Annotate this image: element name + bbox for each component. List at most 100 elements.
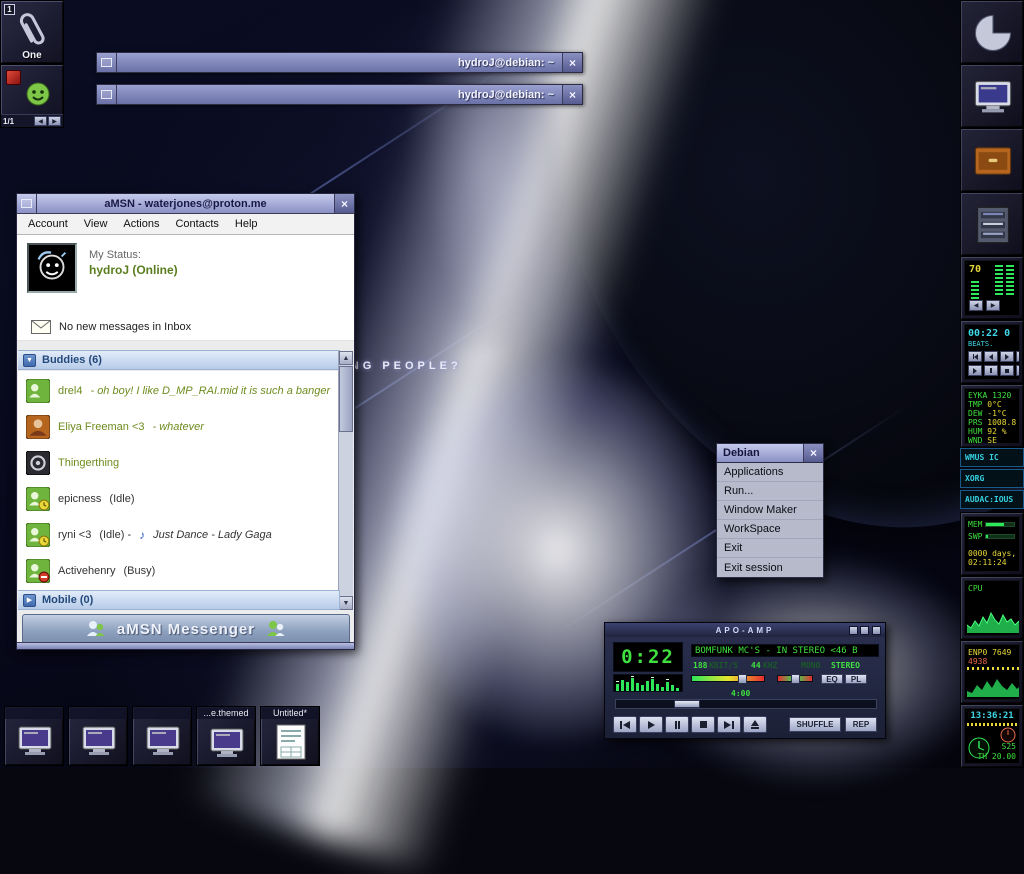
volume-bar[interactable] — [971, 279, 979, 299]
pager-prev-button[interactable]: ◀ — [34, 116, 47, 126]
mixer-next-channel-button[interactable]: ▶ — [986, 300, 1000, 311]
miniwindow-terminal[interactable] — [4, 706, 64, 766]
xorg-strip[interactable]: XORG — [960, 469, 1024, 488]
clock-code: S25 — [1002, 742, 1016, 751]
buddy-name: drel4 — [58, 385, 82, 397]
buddy-list-scrollbar[interactable]: ▲ ▼ — [338, 351, 353, 610]
avatar[interactable] — [27, 243, 77, 293]
play-button[interactable] — [639, 716, 663, 733]
playlist-button[interactable]: PL — [845, 674, 867, 684]
dock-tile-logo[interactable] — [960, 0, 1024, 64]
mixer-prev-channel-button[interactable]: ◀ — [969, 300, 983, 311]
miniwindow-label: Untitled* — [261, 707, 319, 719]
rewind-button[interactable] — [984, 351, 998, 362]
wmusic-strip[interactable]: WMUS IC — [960, 448, 1024, 467]
buddy-row[interactable]: Eliya Freeman <3 - whatever — [18, 409, 340, 445]
dock-terminal-launcher[interactable] — [960, 64, 1024, 128]
minimize-button[interactable] — [849, 626, 858, 635]
scrollbar-thumb[interactable] — [339, 366, 353, 432]
shuffle-button[interactable]: SHUFFLE — [789, 717, 841, 732]
previous-icon — [623, 721, 630, 729]
dock-drawer[interactable] — [960, 128, 1024, 192]
volume-slider[interactable] — [691, 675, 765, 682]
menu-view[interactable]: View — [77, 216, 115, 232]
group-header-mobile[interactable]: ▶ Mobile (0) — [18, 590, 340, 610]
menu-items: Applications Run... Window Maker WorkSpa… — [716, 463, 824, 578]
window-menu-icon — [101, 90, 112, 99]
scroll-up-icon[interactable]: ▲ — [339, 351, 353, 365]
buddy-status: (Idle) - — [99, 529, 131, 541]
visualizer-panel[interactable] — [613, 674, 683, 692]
menu-item-exit-session[interactable]: Exit session — [717, 558, 823, 577]
stop-button[interactable] — [1000, 365, 1014, 376]
close-icon[interactable]: × — [562, 53, 582, 72]
balance-thumb[interactable] — [791, 674, 800, 684]
my-status-value[interactable]: hydroJ (Online) — [89, 263, 178, 277]
shade-button[interactable] — [860, 626, 869, 635]
volume-thumb[interactable] — [738, 674, 747, 684]
repeat-button[interactable]: REP — [845, 717, 877, 732]
miniwindow-label: ...e.themed — [197, 707, 255, 719]
window-resize-bar[interactable] — [17, 642, 354, 649]
pause-button[interactable] — [665, 716, 689, 733]
amsn-appicon[interactable]: 1/1 ◀ ▶ — [0, 64, 64, 128]
close-button[interactable] — [872, 626, 881, 635]
buddy-row[interactable]: Activehenry (Busy) — [18, 553, 340, 589]
miniwindow-terminal[interactable] — [68, 706, 128, 766]
player-titlebar[interactable]: apo-amp — [605, 623, 885, 637]
buddy-photo-icon — [26, 451, 50, 475]
forward-button[interactable] — [1000, 351, 1014, 362]
pause-button[interactable] — [984, 365, 998, 376]
buddy-row[interactable]: Thingerthing — [18, 445, 340, 481]
window-menu-button[interactable] — [97, 53, 117, 72]
next-track-button[interactable] — [717, 716, 741, 733]
eject-button[interactable] — [743, 716, 767, 733]
menu-item-applications[interactable]: Applications — [717, 463, 823, 482]
miniwindow-terminal[interactable] — [132, 706, 192, 766]
window-menu-button[interactable] — [17, 194, 37, 213]
menu-item-workspace[interactable]: WorkSpace — [717, 520, 823, 539]
amsn-messenger-banner[interactable]: aMSN Messenger — [22, 614, 350, 644]
play-button[interactable] — [968, 365, 982, 376]
amsn-titlebar[interactable]: aMSN - waterjones@proton.me × — [17, 194, 354, 214]
group-expand-icon[interactable]: ▶ — [23, 594, 36, 607]
buddy-row[interactable]: ryni <3 (Idle) - ♪ Just Dance - Lady Gag… — [18, 517, 340, 553]
close-icon[interactable]: × — [803, 444, 823, 462]
menu-contacts[interactable]: Contacts — [168, 216, 225, 232]
close-icon[interactable]: × — [562, 85, 582, 104]
balance-slider[interactable] — [777, 675, 813, 682]
menu-help[interactable]: Help — [228, 216, 265, 232]
miniwindow-themed[interactable]: ...e.themed — [196, 706, 256, 766]
eject-button[interactable] — [1016, 365, 1020, 376]
terminal-title: hydroJ@debian: ~ — [117, 85, 562, 104]
pager-next-button[interactable]: ▶ — [48, 116, 61, 126]
seek-bar[interactable] — [615, 699, 877, 709]
equalizer-button[interactable]: EQ — [821, 674, 843, 684]
terminal-window-1-titlebar[interactable]: hydroJ@debian: ~ × — [96, 52, 583, 73]
menu-item-exit[interactable]: Exit — [717, 539, 823, 558]
menu-titlebar[interactable]: Debian × — [716, 443, 824, 463]
beats-label: BEATS. — [968, 340, 993, 348]
terminal-window-2-titlebar[interactable]: hydroJ@debian: ~ × — [96, 84, 583, 105]
group-header-buddies[interactable]: ▼ Buddies (6) — [18, 350, 340, 370]
menu-account[interactable]: Account — [21, 216, 75, 232]
seek-thumb[interactable] — [674, 700, 700, 708]
previous-track-button[interactable] — [613, 716, 637, 733]
miniwindow-untitled-document[interactable]: Untitled* — [260, 706, 320, 766]
group-collapse-icon[interactable]: ▼ — [23, 354, 36, 367]
prev-button[interactable] — [968, 351, 982, 362]
buddy-row[interactable]: drel4 - oh boy! I like D_MP_RAI.mid it i… — [18, 373, 340, 409]
audacious-strip[interactable]: AUDAC:IOUS — [960, 490, 1024, 509]
inbox-row[interactable]: No new messages in Inbox — [17, 313, 354, 341]
workspace-clip[interactable]: 1 One — [0, 0, 64, 64]
window-menu-button[interactable] — [97, 85, 117, 104]
menu-item-window-maker[interactable]: Window Maker — [717, 501, 823, 520]
dock-file-cabinet[interactable] — [960, 192, 1024, 256]
close-icon[interactable]: × — [334, 194, 354, 213]
menu-item-run[interactable]: Run... — [717, 482, 823, 501]
buddy-row[interactable]: epicness (Idle) — [18, 481, 340, 517]
scroll-down-icon[interactable]: ▼ — [339, 596, 353, 610]
next-button[interactable] — [1016, 351, 1020, 362]
stop-button[interactable] — [691, 716, 715, 733]
menu-actions[interactable]: Actions — [116, 216, 166, 232]
